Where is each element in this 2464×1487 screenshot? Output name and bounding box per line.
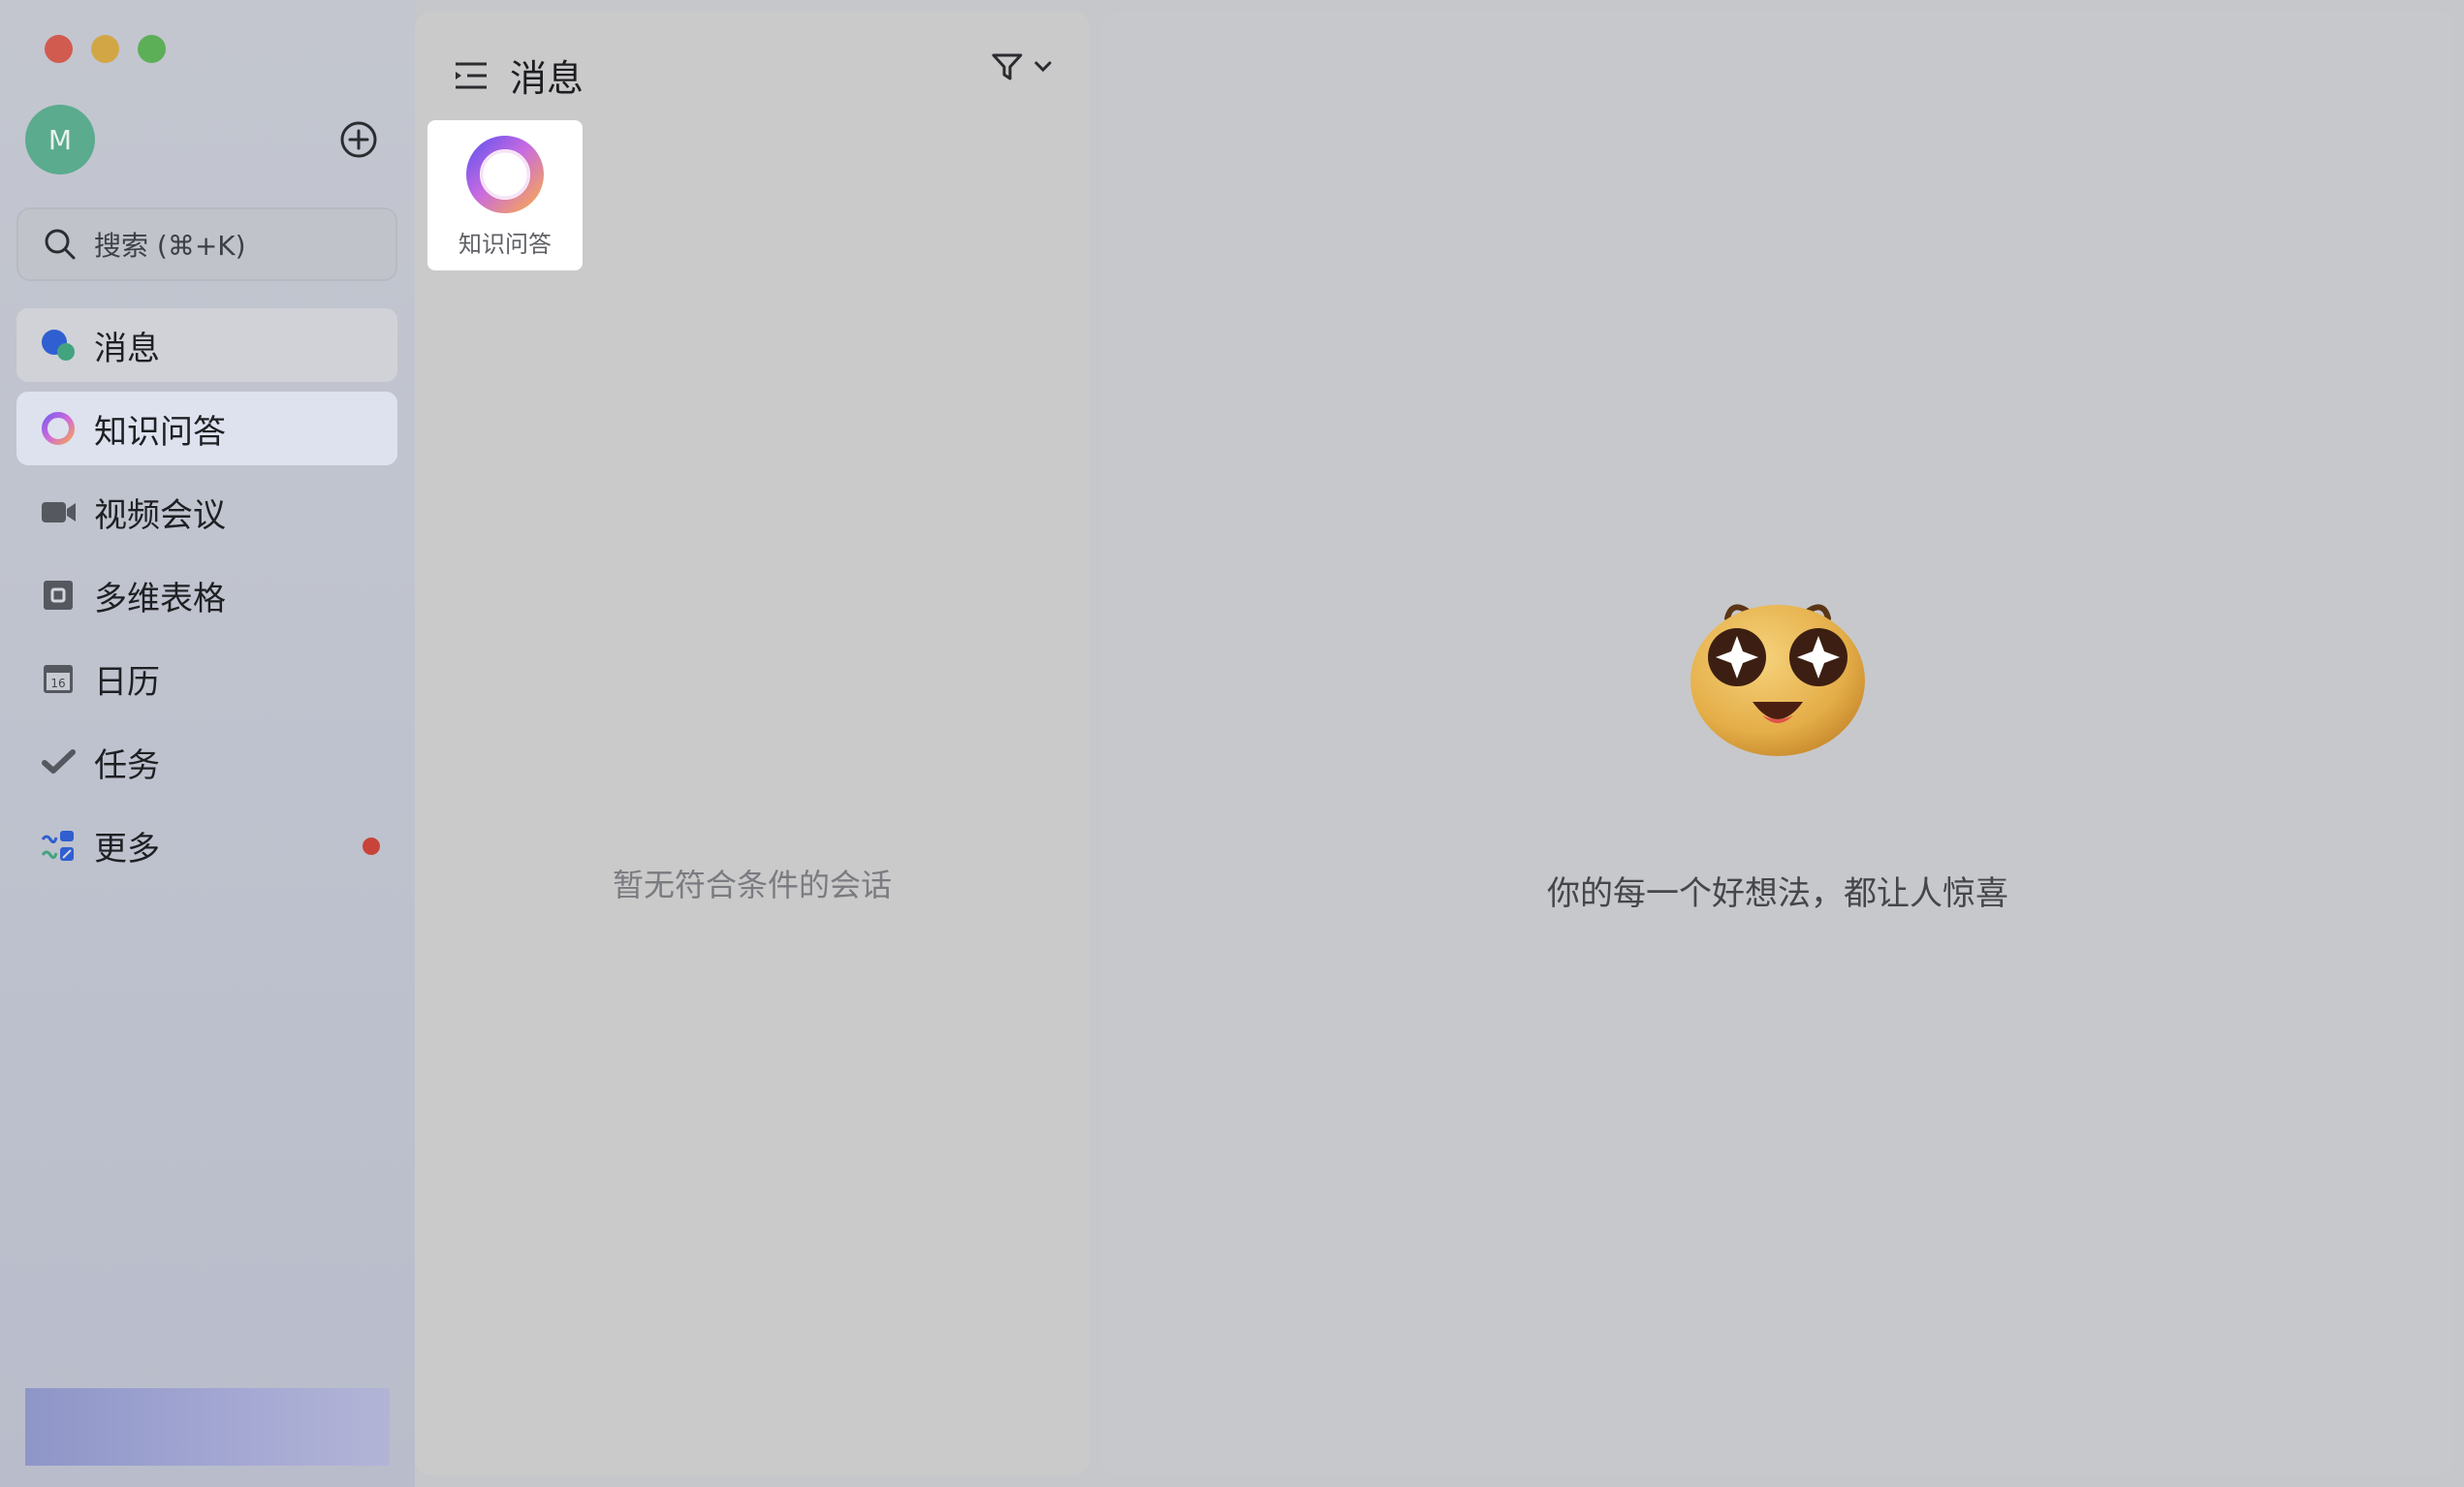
sidebar-item-label: 任务	[94, 745, 160, 785]
avatar[interactable]: M	[25, 105, 95, 174]
sidebar-item-label: 日历	[94, 662, 160, 702]
sidebar-item-calendar[interactable]: 16 日历	[16, 642, 397, 715]
sidebar-item-multi-table[interactable]: 多维表格	[16, 558, 397, 632]
pinned-label: 知识问答	[458, 231, 552, 258]
minimize-window-button[interactable]	[91, 35, 119, 63]
add-button[interactable]	[339, 120, 378, 159]
starry-eyes-emoji-icon	[1690, 604, 1865, 756]
sidebar-item-knowledge-qa[interactable]: 知识问答	[16, 392, 397, 465]
checkmark-icon	[38, 742, 79, 782]
filter-icon	[992, 53, 1023, 80]
collapse-sidebar-icon[interactable]	[454, 60, 489, 91]
sidebar-item-label: 视频会议	[94, 495, 226, 535]
sidebar-item-label: 知识问答	[94, 412, 226, 452]
conversation-list-pane: 消息 知识问答 暂无符合条件的会话	[415, 12, 1090, 1475]
detail-pane: 你的每一个好想法，都让人惊喜	[1101, 12, 2454, 1475]
list-header: 消息	[454, 48, 584, 102]
empty-detail-slogan: 你的每一个好想法，都让人惊喜	[1547, 874, 2008, 913]
sidebar-item-video-meeting[interactable]: 视频会议	[16, 475, 397, 549]
calendar-icon: 16	[38, 658, 79, 699]
empty-state-text: 暂无符合条件的会话	[612, 867, 892, 903]
search-placeholder: 搜索 (⌘+K)	[94, 230, 246, 262]
plus-circle-icon	[340, 121, 377, 158]
notification-badge	[363, 838, 380, 855]
chevron-down-icon	[1034, 61, 1052, 73]
ai-ring-icon	[466, 136, 544, 213]
pinned-knowledge-qa[interactable]: 知识问答	[427, 120, 583, 270]
table-icon	[38, 575, 79, 616]
search-input[interactable]: 搜索 (⌘+K)	[16, 207, 397, 281]
window-controls	[45, 35, 166, 63]
sidebar-footer-banner[interactable]	[25, 1388, 390, 1466]
search-icon	[45, 229, 76, 260]
ai-ring-icon	[38, 408, 79, 449]
maximize-window-button[interactable]	[138, 35, 166, 63]
page-title: 消息	[510, 57, 584, 100]
sidebar-nav: 消息 知识问答 视频会议 多维表格 16 日历 任务 更多	[16, 308, 397, 892]
sidebar-item-messages[interactable]: 消息	[16, 308, 397, 382]
sidebar-item-label: 消息	[94, 329, 160, 368]
sidebar-item-label: 更多	[94, 829, 160, 869]
sidebar: M 搜索 (⌘+K) 消息 知识问答 视频会议 多维表格 16 日历 任务 更多	[0, 0, 415, 1487]
video-camera-icon	[38, 491, 79, 532]
sidebar-item-label: 多维表格	[94, 579, 226, 618]
sidebar-item-more[interactable]: 更多	[16, 808, 397, 882]
filter-dropdown[interactable]	[991, 50, 1053, 83]
sidebar-item-tasks[interactable]: 任务	[16, 725, 397, 799]
chat-bubbles-icon	[38, 325, 79, 365]
app-window: M 搜索 (⌘+K) 消息 知识问答 视频会议 多维表格 16 日历 任务 更多…	[0, 0, 2464, 1487]
apps-grid-icon	[38, 825, 79, 866]
close-window-button[interactable]	[45, 35, 73, 63]
svg-text:16: 16	[50, 677, 65, 690]
